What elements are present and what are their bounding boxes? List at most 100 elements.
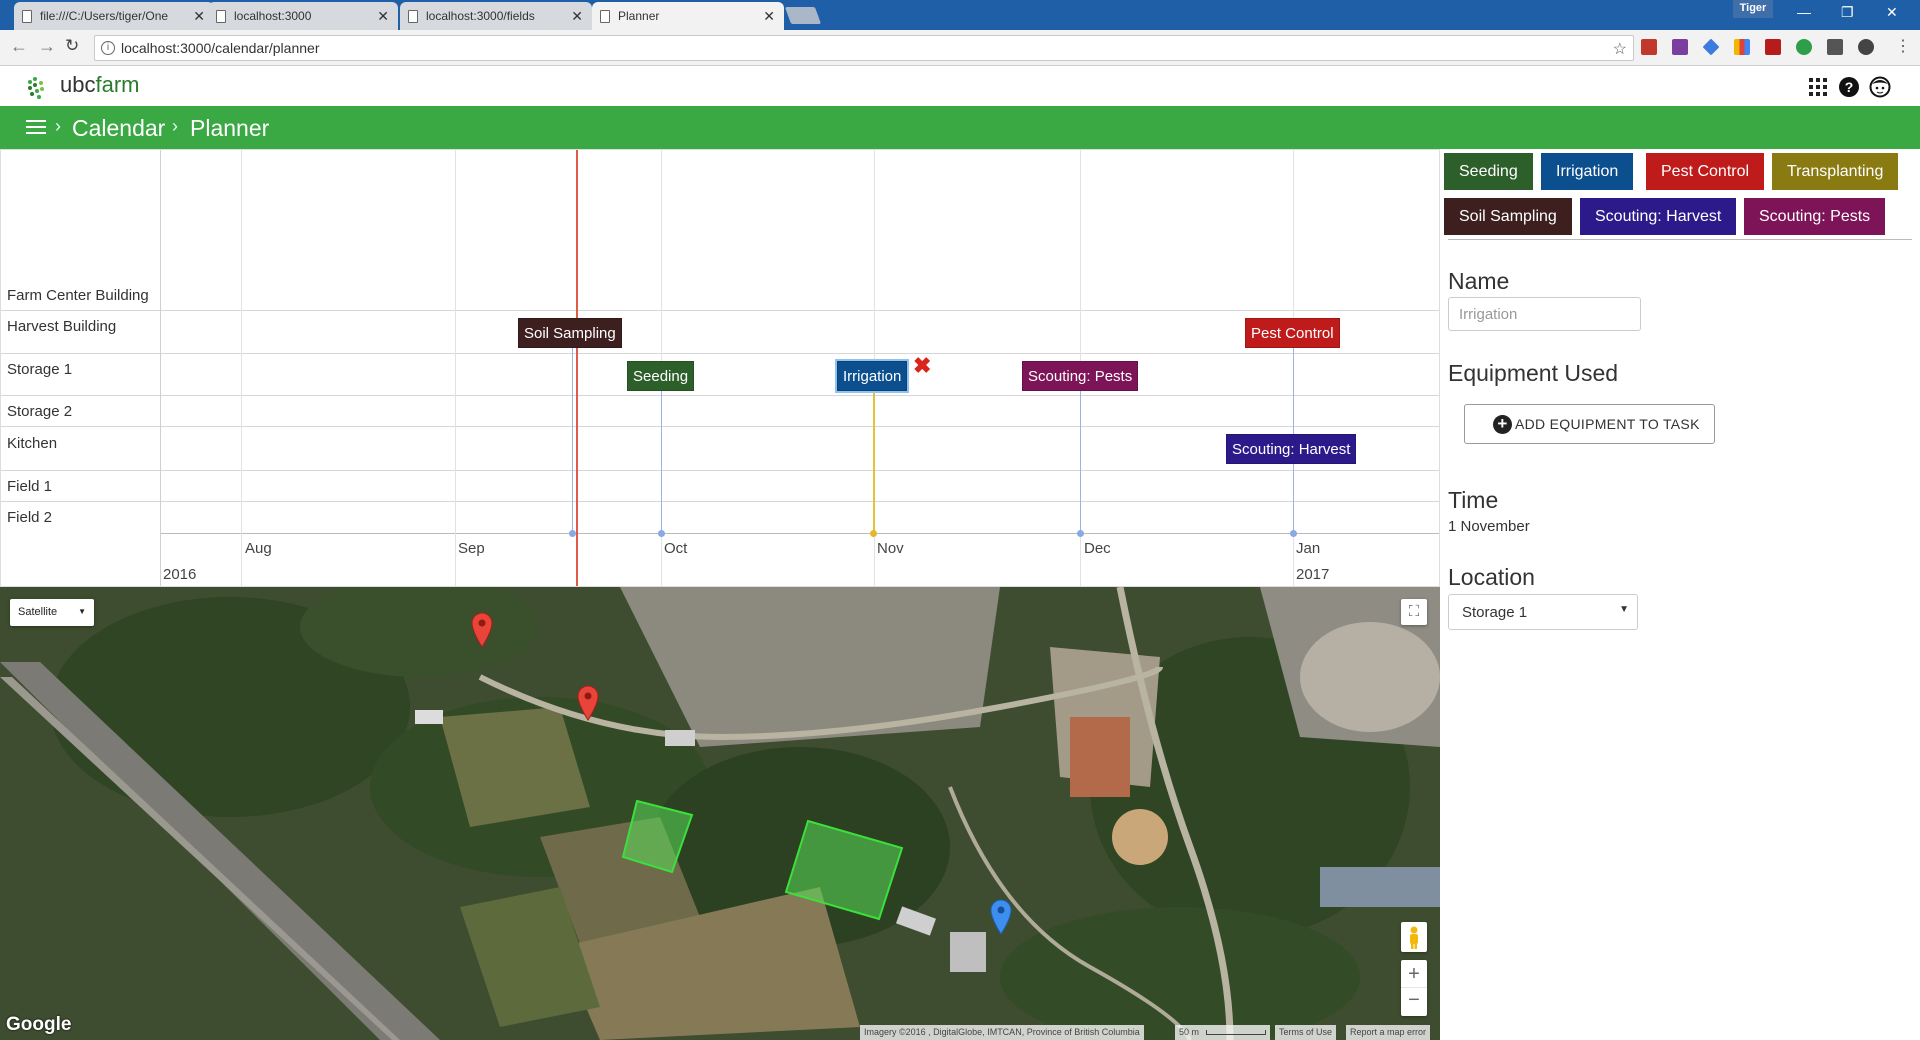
extension-icon[interactable] bbox=[1765, 39, 1781, 55]
chevron-right-icon: › bbox=[172, 116, 178, 136]
task-type-seeding[interactable]: Seeding bbox=[1444, 153, 1533, 190]
event-dot bbox=[658, 530, 665, 537]
task-type-transplanting[interactable]: Transplanting bbox=[1772, 153, 1899, 190]
add-equipment-label: ADD EQUIPMENT TO TASK bbox=[1515, 416, 1700, 432]
close-tab-icon[interactable]: ✕ bbox=[763, 8, 775, 25]
event-irrigation[interactable]: Irrigation bbox=[834, 359, 910, 393]
location-heading: Location bbox=[1448, 564, 1535, 590]
bookmark-star-icon[interactable]: ☆ bbox=[1613, 39, 1627, 59]
document-icon bbox=[22, 10, 32, 23]
back-icon[interactable]: ← bbox=[10, 36, 28, 57]
browser-tab[interactable]: localhost:3000/fields ✕ bbox=[400, 2, 592, 30]
close-tab-icon[interactable]: ✕ bbox=[193, 8, 205, 25]
close-tab-icon[interactable]: ✕ bbox=[377, 8, 389, 25]
month-label: Jan bbox=[1296, 540, 1321, 557]
event-seeding[interactable]: Seeding bbox=[627, 361, 695, 391]
task-name-input[interactable]: Irrigation bbox=[1448, 297, 1641, 331]
extension-icon[interactable] bbox=[1734, 39, 1750, 55]
row-label: Kitchen bbox=[7, 435, 58, 452]
row-divider bbox=[1, 353, 1439, 354]
row-divider bbox=[1, 395, 1439, 396]
task-type-scouting-harvest[interactable]: Scouting: Harvest bbox=[1580, 198, 1737, 235]
event-dot bbox=[569, 530, 576, 537]
row-divider bbox=[1, 426, 1439, 427]
minimize-icon[interactable]: — bbox=[1797, 4, 1811, 20]
event-dot bbox=[1290, 530, 1297, 537]
extension-icon[interactable] bbox=[1796, 39, 1812, 55]
close-window-icon[interactable]: ✕ bbox=[1886, 4, 1898, 21]
menu-dots-icon[interactable]: ⋮ bbox=[1895, 36, 1911, 56]
time-value: 1 November bbox=[1448, 518, 1530, 535]
month-label: Sep bbox=[458, 540, 485, 557]
map-attribution: Imagery ©2016 , DigitalGlobe, IMTCAN, Pr… bbox=[860, 1025, 1144, 1040]
event-stem bbox=[661, 384, 662, 533]
caret-down-icon: ▼ bbox=[78, 607, 86, 616]
browser-tab-active[interactable]: Planner ✕ bbox=[592, 2, 784, 30]
planner-timeline[interactable]: Farm Center Building Harvest Building St… bbox=[0, 149, 1440, 587]
document-icon bbox=[600, 10, 610, 23]
extension-icon[interactable] bbox=[1858, 39, 1874, 55]
map-scale-label: 50 m bbox=[1179, 1027, 1200, 1037]
close-tab-icon[interactable]: ✕ bbox=[571, 8, 583, 25]
map-type-label: Satellite bbox=[18, 606, 58, 618]
location-marker-icon[interactable] bbox=[577, 685, 599, 721]
task-type-scouting-pests[interactable]: Scouting: Pests bbox=[1744, 198, 1886, 235]
event-dot bbox=[1077, 530, 1084, 537]
row-label: Harvest Building bbox=[7, 318, 117, 335]
event-scouting-harvest[interactable]: Scouting: Harvest bbox=[1226, 434, 1357, 464]
row-label: Storage 1 bbox=[7, 361, 73, 378]
browser-tab[interactable]: localhost:3000 ✕ bbox=[208, 2, 398, 30]
fullscreen-icon[interactable]: ⛶ bbox=[1401, 599, 1427, 625]
farm-map[interactable]: Satellite ▼ ⛶ + − Google Imagery ©2016 ,… bbox=[0, 587, 1440, 1040]
report-map-error-link[interactable]: Report a map error bbox=[1346, 1025, 1431, 1040]
terms-of-use-link[interactable]: Terms of Use bbox=[1275, 1025, 1337, 1040]
extension-icon[interactable] bbox=[1702, 38, 1720, 56]
month-label: Oct bbox=[664, 540, 688, 557]
info-icon[interactable]: i bbox=[101, 41, 115, 55]
ubcfarm-logo-icon[interactable] bbox=[24, 74, 54, 102]
equipment-heading: Equipment Used bbox=[1448, 360, 1619, 386]
row-label: Storage 2 bbox=[7, 403, 73, 420]
apps-grid-icon[interactable] bbox=[1807, 76, 1829, 98]
reload-icon[interactable]: ↻ bbox=[65, 36, 79, 56]
event-soil-sampling[interactable]: Soil Sampling bbox=[518, 318, 622, 348]
zoom-out-button[interactable]: − bbox=[1401, 988, 1427, 1015]
label-column-divider bbox=[160, 150, 161, 586]
app-logo-text[interactable]: ubcfarm bbox=[60, 72, 139, 98]
chevron-right-icon: › bbox=[55, 116, 61, 136]
map-scale[interactable]: 50 m bbox=[1175, 1025, 1270, 1040]
location-select[interactable]: Storage 1 ▼ bbox=[1448, 594, 1638, 630]
url-bar[interactable]: i localhost:3000/calendar/planner ☆ bbox=[94, 35, 1634, 61]
zoom-in-button[interactable]: + bbox=[1401, 960, 1427, 988]
street-view-pegman-icon[interactable] bbox=[1401, 922, 1427, 952]
breadcrumb-calendar[interactable]: Calendar bbox=[72, 115, 165, 142]
user-avatar-icon[interactable] bbox=[1869, 76, 1891, 98]
task-type-soil-sampling[interactable]: Soil Sampling bbox=[1444, 198, 1572, 235]
restore-icon[interactable]: ❐ bbox=[1841, 4, 1854, 21]
tab-title: localhost:3000 bbox=[234, 9, 312, 23]
event-scouting-pests[interactable]: Scouting: Pests bbox=[1022, 361, 1139, 391]
month-label: Dec bbox=[1084, 540, 1111, 557]
help-icon[interactable]: ? bbox=[1838, 76, 1860, 98]
task-type-irrigation[interactable]: Irrigation bbox=[1541, 153, 1634, 190]
event-pest-control[interactable]: Pest Control bbox=[1245, 318, 1340, 348]
location-marker-icon[interactable] bbox=[471, 612, 493, 648]
plus-circle-icon: + bbox=[1493, 415, 1512, 434]
delete-event-icon[interactable]: ✖ bbox=[913, 355, 931, 377]
new-tab-button[interactable] bbox=[784, 7, 822, 24]
satellite-imagery bbox=[0, 587, 1440, 1040]
extension-icon[interactable] bbox=[1641, 39, 1657, 55]
onenote-icon[interactable] bbox=[1672, 39, 1688, 55]
hamburger-menu-icon[interactable] bbox=[26, 120, 46, 134]
selected-location-marker-icon[interactable] bbox=[990, 899, 1012, 935]
browser-tab[interactable]: file:///C:/Users/tiger/One ✕ bbox=[14, 2, 214, 30]
year-label: 2017 bbox=[1296, 566, 1330, 583]
add-equipment-button[interactable]: + ADD EQUIPMENT TO TASK bbox=[1464, 404, 1715, 444]
map-type-selector[interactable]: Satellite ▼ bbox=[10, 599, 94, 626]
task-type-pest-control[interactable]: Pest Control bbox=[1646, 153, 1765, 190]
breadcrumb-planner: Planner bbox=[190, 115, 270, 141]
forward-icon[interactable]: → bbox=[38, 36, 56, 57]
mail-icon[interactable] bbox=[1827, 39, 1843, 55]
caret-down-icon: ▼ bbox=[1619, 604, 1629, 615]
profile-badge[interactable]: Tiger bbox=[1733, 0, 1773, 18]
